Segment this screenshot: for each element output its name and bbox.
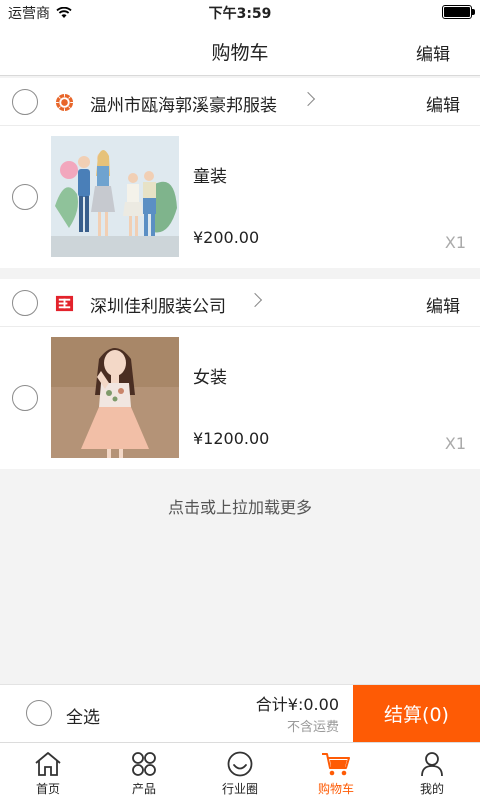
shop-edit-button[interactable]: 编辑	[426, 91, 460, 116]
item-select-radio[interactable]	[12, 385, 38, 411]
tab-home[interactable]: 首页	[0, 743, 96, 800]
product-thumbnail-women[interactable]	[51, 337, 179, 458]
tab-industry[interactable]: 行业圈	[192, 743, 288, 800]
tab-label: 行业圈	[221, 782, 258, 796]
cart-icon	[322, 753, 350, 776]
tab-mine[interactable]: 我的	[384, 743, 480, 800]
edit-button[interactable]: 编辑	[416, 40, 450, 65]
tab-label: 首页	[35, 782, 60, 796]
shop-card: 深圳佳利服装公司 编辑 女装 ¥1200.00 X1	[0, 279, 480, 469]
select-all-label[interactable]: 全选	[66, 703, 100, 728]
status-time: 下午3:59	[208, 6, 272, 22]
checkout-bar: 全选 合计¥:0.00 不含运费 结算(0)	[0, 684, 480, 742]
red-square-logo-icon	[55, 295, 74, 312]
shipping-note: 不含运费	[286, 720, 339, 735]
load-more-button[interactable]: 点击或上拉加载更多	[0, 494, 480, 518]
shop-card: 温州市瓯海郭溪豪邦服装 编辑 童装 ¥200.00 X1	[0, 78, 480, 268]
page-title: 购物车	[211, 42, 269, 64]
item-name[interactable]: 童装	[193, 162, 227, 187]
home-icon	[35, 752, 61, 776]
smile-icon	[227, 751, 253, 777]
nav-bar: 购物车 编辑	[0, 24, 480, 76]
sun-badge-icon	[55, 93, 74, 112]
shop-name[interactable]: 深圳佳利服装公司	[90, 292, 226, 317]
item-quantity: X1	[444, 434, 466, 453]
item-price: ¥1200.00	[193, 429, 270, 448]
status-bar: 运营商 下午3:59	[0, 0, 480, 24]
item-select-radio[interactable]	[12, 184, 38, 210]
tab-cart[interactable]: 购物车	[288, 743, 384, 800]
shop-name[interactable]: 温州市瓯海郭溪豪邦服装	[90, 91, 277, 116]
tab-label: 产品	[131, 782, 156, 796]
shop-select-radio[interactable]	[12, 290, 38, 316]
chevron-right-icon[interactable]	[300, 91, 316, 107]
tab-label: 购物车	[317, 782, 354, 796]
grid-icon	[132, 752, 156, 776]
cart-item: 女装 ¥1200.00 X1	[0, 327, 480, 469]
chevron-right-icon[interactable]	[247, 292, 263, 308]
tab-bar: 首页 产品 行业圈 购物车 我的	[0, 742, 480, 800]
item-price: ¥200.00	[193, 228, 260, 247]
battery-icon	[442, 5, 475, 19]
tab-products[interactable]: 产品	[96, 743, 192, 800]
shop-header: 温州市瓯海郭溪豪邦服装 编辑	[0, 78, 480, 126]
item-quantity: X1	[444, 233, 466, 252]
cart-item: 童装 ¥200.00 X1	[0, 126, 480, 268]
total-amount: 合计¥:0.00	[255, 695, 339, 714]
checkout-button[interactable]: 结算(0)	[353, 685, 480, 742]
shop-edit-button[interactable]: 编辑	[426, 292, 460, 317]
tab-label: 我的	[419, 782, 444, 796]
select-all-radio[interactable]	[26, 700, 52, 726]
product-thumbnail-kids[interactable]	[51, 136, 179, 257]
item-name[interactable]: 女装	[193, 363, 227, 388]
person-icon	[421, 752, 443, 777]
shop-select-radio[interactable]	[12, 89, 38, 115]
shop-header: 深圳佳利服装公司 编辑	[0, 279, 480, 327]
